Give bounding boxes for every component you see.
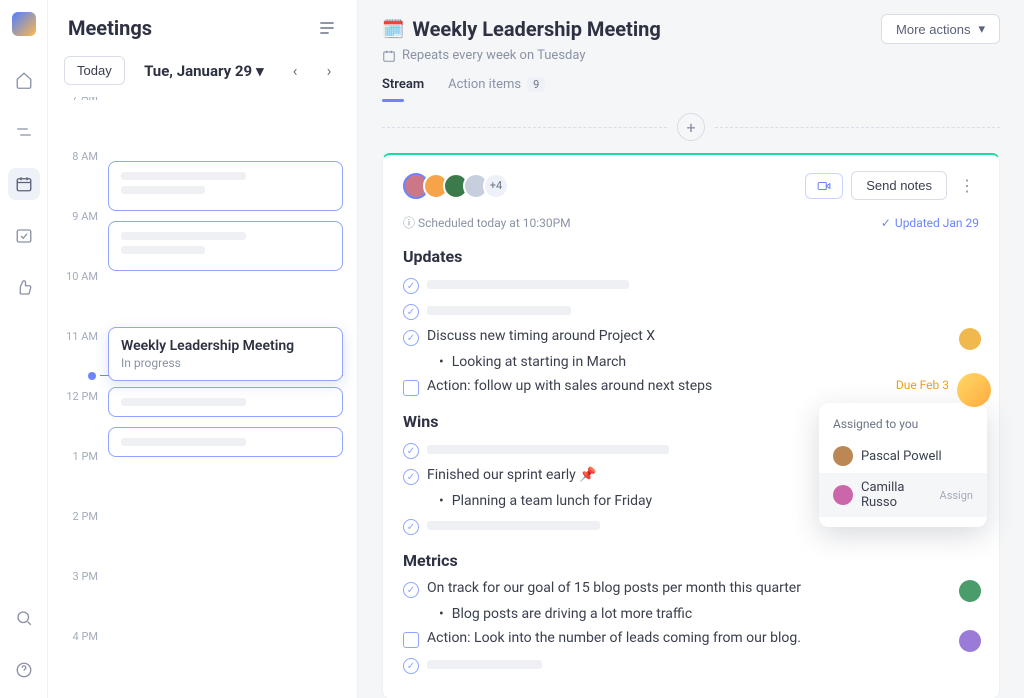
avatar-more[interactable]: +4 — [483, 173, 509, 199]
calendar-emoji-icon: 🗓️ — [382, 19, 404, 40]
hour-label: 7 AM — [58, 97, 98, 103]
hour-label: 1 PM — [58, 450, 98, 463]
chevron-down-icon: ▾ — [256, 62, 264, 80]
main-panel: 🗓️ Weekly Leadership Meeting More action… — [358, 0, 1024, 698]
help-icon[interactable] — [8, 654, 40, 686]
check-icon[interactable] — [403, 304, 419, 320]
action-item[interactable]: Action: Look into the number of leads co… — [403, 630, 979, 648]
sidebar-title: Meetings — [68, 16, 307, 40]
check-icon[interactable] — [403, 582, 419, 598]
note-item[interactable]: On track for our goal of 15 blog posts p… — [403, 580, 979, 598]
tab-stream[interactable]: Stream — [382, 77, 424, 100]
featured-event[interactable]: Weekly Leadership Meeting In progress — [108, 327, 343, 381]
assignee-avatar[interactable] — [959, 630, 981, 652]
more-actions-button[interactable]: More actions ▾ — [881, 14, 1000, 44]
assign-option[interactable]: Pascal Powell — [819, 439, 987, 473]
check-icon[interactable] — [403, 658, 419, 674]
assignee-avatar[interactable] — [959, 580, 981, 602]
attendee-avatars[interactable]: +4 — [403, 173, 509, 199]
repeat-icon — [382, 49, 396, 63]
home-icon[interactable] — [8, 64, 40, 96]
prev-day-button[interactable]: ‹ — [283, 59, 307, 83]
note-item[interactable] — [403, 276, 979, 294]
app-logo — [12, 12, 36, 36]
hour-label: 8 AM — [58, 150, 98, 163]
note-item[interactable]: Discuss new timing around Project X — [403, 328, 979, 346]
search-icon[interactable] — [8, 602, 40, 634]
note-subitem[interactable]: Blog posts are driving a lot more traffi… — [403, 606, 979, 622]
calendar-event[interactable] — [108, 161, 343, 211]
thumbs-icon[interactable] — [8, 272, 40, 304]
checkbox[interactable] — [403, 632, 419, 648]
nav-rail — [0, 0, 48, 698]
hour-label: 3 PM — [58, 570, 98, 583]
assignee-avatar-large[interactable] — [957, 373, 991, 407]
checkbox[interactable] — [403, 380, 419, 396]
tasks-icon[interactable] — [8, 220, 40, 252]
check-icon[interactable] — [403, 469, 419, 485]
page-title: Weekly Leadership Meeting — [412, 17, 873, 41]
check-icon[interactable] — [403, 443, 419, 459]
check-icon[interactable] — [403, 278, 419, 294]
calendar-event[interactable] — [108, 427, 343, 457]
note-item[interactable] — [403, 656, 979, 674]
note-subitem[interactable]: Looking at starting in March — [403, 354, 979, 370]
section-updates: Updates — [403, 247, 979, 266]
add-note-button[interactable]: + — [677, 113, 705, 141]
calendar-icon[interactable] — [8, 168, 40, 200]
scheduled-text: ⓘ Scheduled today at 10:30PM — [403, 214, 571, 231]
hour-label: 11 AM — [58, 330, 98, 343]
assign-popover: Assigned to you Pascal Powell Camilla Ru… — [819, 403, 987, 527]
hour-label: 2 PM — [58, 510, 98, 523]
tab-action-items[interactable]: Action items9 — [448, 77, 545, 100]
calendar-event[interactable] — [108, 221, 343, 271]
event-title: Weekly Leadership Meeting — [121, 338, 330, 354]
meeting-card: +4 Send notes ⋮ ⓘ Scheduled today at 10:… — [382, 153, 1000, 698]
hour-label: 10 AM — [58, 270, 98, 283]
check-icon[interactable] — [403, 519, 419, 535]
today-button[interactable]: Today — [64, 56, 125, 85]
check-icon[interactable] — [403, 330, 419, 346]
action-count-badge: 9 — [527, 77, 545, 92]
updated-text: ✓ Updated Jan 29 — [881, 214, 979, 231]
hour-label: 9 AM — [58, 210, 98, 223]
video-button[interactable] — [805, 173, 843, 199]
card-menu-icon[interactable]: ⋮ — [955, 172, 979, 199]
assign-header: Assigned to you — [819, 413, 987, 439]
action-item[interactable]: Action: follow up with sales around next… — [403, 378, 979, 396]
event-subtitle: In progress — [121, 356, 330, 370]
chevron-down-icon: ▾ — [978, 21, 985, 37]
note-item[interactable] — [403, 302, 979, 320]
flow-icon[interactable] — [8, 116, 40, 148]
due-date[interactable]: Due Feb 3 — [896, 378, 949, 392]
hour-label: 4 PM — [58, 630, 98, 643]
calendar-sidebar: Meetings Today Tue, January 29 ▾ ‹ › 7 A… — [48, 0, 358, 698]
send-notes-button[interactable]: Send notes — [851, 171, 947, 200]
date-picker[interactable]: Tue, January 29 ▾ — [135, 62, 273, 80]
section-metrics: Metrics — [403, 551, 979, 570]
day-timeline[interactable]: 7 AM 8 AM 9 AM 10 AM 11 AM Weekly Leader… — [48, 97, 357, 698]
hour-label: 12 PM — [58, 390, 98, 403]
assignee-avatar[interactable] — [959, 328, 981, 350]
collapse-icon[interactable] — [317, 18, 337, 38]
assign-option[interactable]: Camilla RussoAssign — [819, 473, 987, 517]
next-day-button[interactable]: › — [317, 59, 341, 83]
repeat-text: Repeats every week on Tuesday — [382, 48, 1000, 63]
